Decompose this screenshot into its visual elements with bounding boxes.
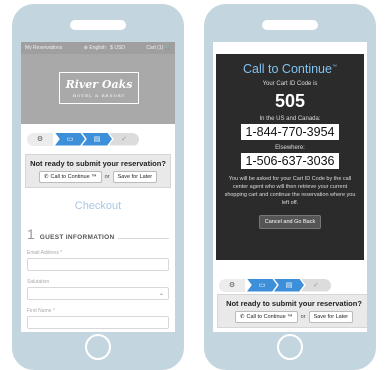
cancel-and-go-back-button[interactable]: Cancel and Go Back [258,215,322,229]
step-settings[interactable]: ⚙ [219,278,245,292]
section-divider [118,238,169,239]
dialog-title-text: Call to Continue [243,62,332,76]
language-label: English [89,45,106,51]
phone-screen-right: Call to Continue™ Your Cart ID Code is 5… [213,42,367,332]
notice-actions: ✆ Call to Continue ™ or Save for Later [29,171,167,183]
phone-speaker [262,20,318,30]
phone-home-button [277,334,303,360]
email-field[interactable] [27,258,169,271]
globe-icon: ⊕ [83,45,88,51]
save-reservation-notice: Not ready to submit your reservation? ✆ … [217,294,367,328]
section-label: GUEST INFORMATION [39,234,115,241]
us-canada-label: In the US and Canada: [259,116,321,122]
step-confirm[interactable]: ✓ [301,278,331,292]
elsewhere-label: Elsewhere: [275,145,305,151]
settings-icon: ⚙ [36,136,44,143]
call-to-continue-button[interactable]: ✆ Call to Continue ™ [38,171,102,183]
step-payment[interactable]: ▤ [274,278,304,292]
hotel-logo: River Oaks HOTEL & RESORT [59,72,139,104]
cart-icon: ▭ [66,136,74,143]
call-to-continue-dialog: Call to Continue™ Your Cart ID Code is 5… [216,54,364,260]
phone-frame-left: My Reservations ⊕ English $ USD Cart (1)… [12,4,184,370]
settings-icon: ⚙ [228,282,236,289]
phone-icon: ✆ [239,314,245,320]
email-label: Email Address * [27,250,63,256]
salutation-select[interactable]: ⌄ [27,287,169,300]
cart-code-label: Your Cart ID Code is [262,81,318,87]
phone-frame-right: Call to Continue™ Your Cart ID Code is 5… [204,4,376,370]
elsewhere-phone-number: 1-506-637-3036 [240,153,340,169]
card-icon: ▤ [93,136,101,143]
trademark-mark: ™ [331,63,337,70]
phone-icon: ✆ [43,174,49,180]
my-reservations-link[interactable]: My Reservations [25,45,62,51]
cart-label: Cart (1) [146,45,164,51]
guest-information-heading: 1 GUEST INFORMATION [27,226,169,242]
first-name-label: First Name * [27,308,55,314]
salutation-label: Salutation [27,279,50,285]
step-confirm[interactable]: ✓ [109,132,139,146]
notice-title: Not ready to submit your reservation? [226,299,362,308]
logo-title: River Oaks [65,78,133,91]
notice-actions: ✆ Call to Continue ™ or Save for Later [221,311,367,323]
or-label: or [104,174,110,180]
us-phone-number: 1-844-770-3954 [240,124,340,140]
step-cart[interactable]: ▭ [55,132,85,146]
section-number: 1 [27,226,35,242]
checkout-steps: ⚙ ▭ ▤ ✓ [21,124,175,154]
hero-image: River Oaks HOTEL & RESORT [21,54,175,124]
call-to-continue-label: Call to Continue ™ [246,314,293,320]
phone-home-button [85,334,111,360]
call-to-continue-button[interactable]: ✆ Call to Continue ™ [234,311,298,323]
check-icon: ✓ [313,282,319,289]
step-settings[interactable]: ⚙ [27,132,53,146]
currency-icon: $ [110,45,113,51]
cart-icon: 🛒 [164,45,171,51]
chevron-down-icon: ⌄ [158,291,164,297]
first-name-field[interactable] [27,316,169,329]
language-selector[interactable]: ⊕ English $ USD [84,45,125,51]
top-bar: My Reservations ⊕ English $ USD Cart (1)… [21,42,175,54]
step-cart[interactable]: ▭ [247,278,277,292]
dialog-title: Call to Continue™ [216,62,364,76]
notice-title: Not ready to submit your reservation? [30,159,166,168]
step-payment[interactable]: ▤ [82,132,112,146]
phone-speaker [70,20,126,30]
save-reservation-notice: Not ready to submit your reservation? ✆ … [25,154,171,188]
phone-screen-left: My Reservations ⊕ English $ USD Cart (1)… [21,42,175,332]
call-to-continue-label: Call to Continue ™ [50,174,97,180]
card-icon: ▤ [285,282,293,289]
save-for-later-button[interactable]: Save for Later [112,171,158,183]
or-label: or [300,314,306,320]
checkout-title: Checkout [74,200,122,212]
currency-label: USD [114,45,125,51]
dialog-instructions: You will be asked for your Cart ID Code … [224,176,356,206]
cart-link[interactable]: Cart (1) 🛒 [146,45,171,51]
check-icon: ✓ [121,136,127,143]
cart-code: 505 [274,91,306,111]
save-for-later-button[interactable]: Save for Later [308,311,354,323]
cart-icon: ▭ [258,282,266,289]
logo-subtitle: HOTEL & RESORT [72,93,126,98]
